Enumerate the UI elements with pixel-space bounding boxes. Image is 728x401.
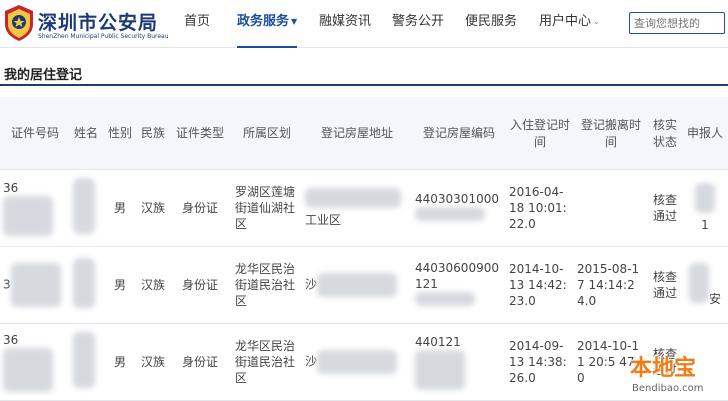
table-row: 36 男 汉族 身份证 龙华区民治街道民治社区 沙 440121 2014-09… <box>0 323 728 401</box>
col-header: 登记搬离时间 <box>574 97 648 170</box>
house-code-cell: 44030600900121 <box>412 246 506 324</box>
declarer-cell: 安 <box>682 246 728 324</box>
redacted-blur <box>73 331 95 388</box>
nav-media-news[interactable]: 融媒资讯 <box>319 0 371 48</box>
redacted-blur <box>695 182 715 213</box>
redacted-blur <box>73 257 95 308</box>
nav-public-services[interactable]: 便民服务 <box>465 0 517 48</box>
checkout-time-cell <box>574 169 648 247</box>
address-cell: 工业区 <box>302 169 412 247</box>
col-header: 姓名 <box>70 97 102 170</box>
nav-home[interactable]: 首页 <box>184 0 210 48</box>
nav-gov-services[interactable]: 政务服务 ▼ <box>237 0 298 48</box>
redacted-blur <box>305 187 401 208</box>
redacted-blur <box>415 291 475 306</box>
search-input[interactable] <box>629 12 725 34</box>
col-header: 登记房屋地址 <box>302 97 412 170</box>
declarer-cell: 1 <box>682 169 728 247</box>
col-header: 申报人 <box>682 97 728 170</box>
col-header: 核实状态 <box>648 97 682 170</box>
brand-title: 深圳市公安局 <box>38 12 159 34</box>
district-cell: 龙华区民治街道民治社区 <box>232 323 302 401</box>
col-header: 入住登记时间 <box>506 97 574 170</box>
id-type-cell: 身份证 <box>168 246 232 324</box>
chevron-down-icon: ⌄ <box>593 17 600 26</box>
name-cell <box>70 169 102 247</box>
status-cell: 核查通过 <box>648 169 682 247</box>
address-cell: 沙 <box>302 323 412 401</box>
checkin-time-cell: 2016-04-18 10:01:22.0 <box>506 169 574 247</box>
watermark-url: Bendibao.com <box>632 383 704 394</box>
checkout-time-cell: 2015-08-17 14:14:24.0 <box>574 246 648 324</box>
id-number-cell: 36 <box>0 323 70 401</box>
id-number-cell: 36 <box>0 169 70 247</box>
chevron-down-icon: ▼ <box>291 17 298 26</box>
redacted-blur <box>688 262 709 303</box>
watermark-text: 本地宝 <box>630 356 697 381</box>
house-code-cell: 44030301000 <box>412 169 506 247</box>
gender-cell: 男 <box>102 323 138 401</box>
id-type-cell: 身份证 <box>168 169 232 247</box>
name-cell <box>70 323 102 401</box>
gender-cell: 男 <box>102 246 138 324</box>
checkin-time-cell: 2014-10-13 14:42:23.0 <box>506 246 574 324</box>
redacted-blur <box>317 349 398 374</box>
redacted-blur <box>415 206 485 221</box>
ethnicity-cell: 汉族 <box>138 169 168 247</box>
residence-registration-table: 证件号码 姓名 性别 民族 证件类型 所属区划 登记房屋地址 登记房屋编码 入住… <box>0 97 728 401</box>
name-cell <box>70 246 102 324</box>
col-header: 性别 <box>102 97 138 170</box>
ethnicity-cell: 汉族 <box>138 246 168 324</box>
col-header: 证件类型 <box>168 97 232 170</box>
redacted-blur <box>317 272 398 297</box>
site-header: 深圳市公安局 ShenZhen Municipal Public Securit… <box>0 0 728 48</box>
house-code-cell: 440121 <box>412 323 506 401</box>
col-header: 所属区划 <box>232 97 302 170</box>
page-title: 我的居住登记 <box>4 68 83 83</box>
checkin-time-cell: 2014-09-13 14:38:26.0 <box>506 323 574 401</box>
table-row: 3 男 汉族 身份证 龙华区民治街道民治社区 沙 44030600900121 … <box>0 246 728 324</box>
table-row: 36 男 汉族 身份证 罗湖区莲塘街道仙湖社区 工业区 44030301000 … <box>0 169 728 247</box>
col-header: 证件号码 <box>0 97 70 170</box>
nav-user-center[interactable]: 用户中心 ⌄ <box>539 0 600 48</box>
status-cell: 核查通过 <box>648 246 682 324</box>
col-header: 民族 <box>138 97 168 170</box>
redacted-blur <box>415 349 465 390</box>
nav-police-affairs[interactable]: 警务公开 <box>392 0 444 48</box>
redacted-blur <box>3 347 53 392</box>
police-emblem-icon <box>5 5 33 41</box>
id-type-cell: 身份证 <box>168 323 232 401</box>
title-divider <box>0 84 728 86</box>
redacted-blur <box>3 195 53 236</box>
ethnicity-cell: 汉族 <box>138 323 168 401</box>
address-cell: 沙 <box>302 246 412 324</box>
district-cell: 龙华区民治街道民治社区 <box>232 246 302 324</box>
redacted-blur <box>10 262 61 307</box>
col-header: 登记房屋编码 <box>412 97 506 170</box>
table-header-row: 证件号码 姓名 性别 民族 证件类型 所属区划 登记房屋地址 登记房屋编码 入住… <box>0 97 728 170</box>
district-cell: 罗湖区莲塘街道仙湖社区 <box>232 169 302 247</box>
brand-subtitle: ShenZhen Municipal Public Security Burea… <box>38 33 169 40</box>
gender-cell: 男 <box>102 169 138 247</box>
id-number-cell: 3 <box>0 246 70 324</box>
redacted-blur <box>73 177 95 234</box>
